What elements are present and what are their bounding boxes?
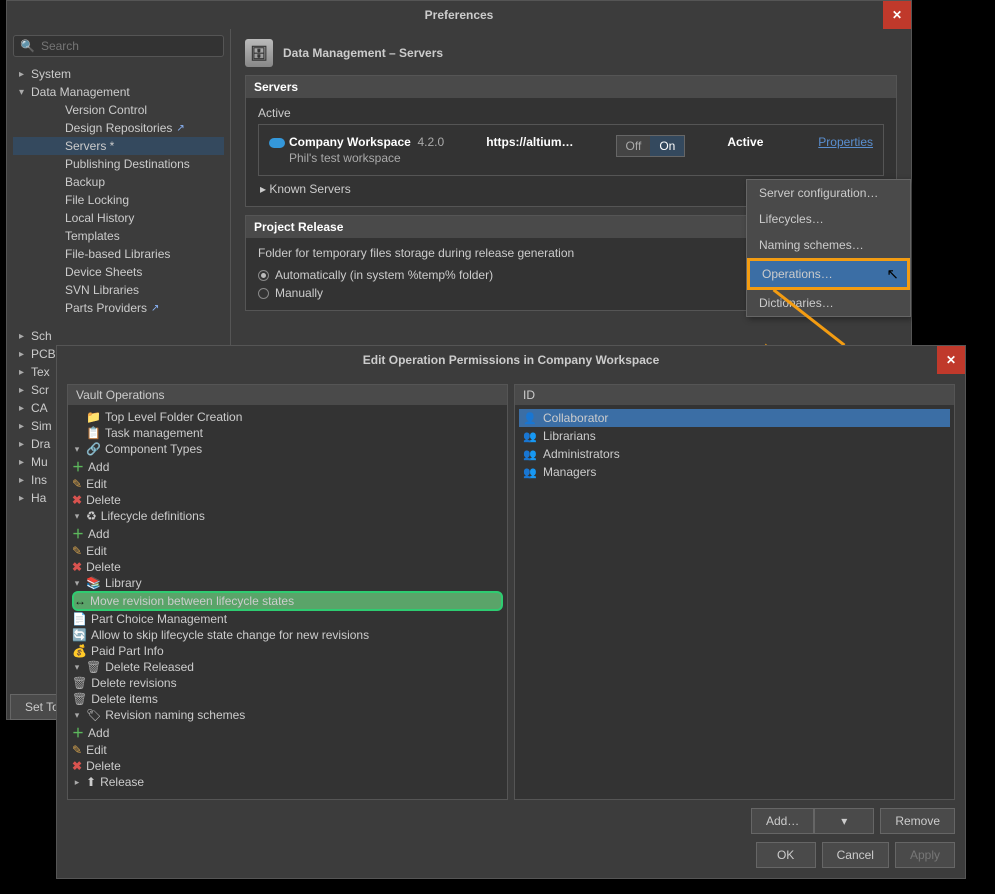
database-icon: 🗄 [245,39,273,67]
menu-dictionaries[interactable]: Dictionaries… [747,290,910,316]
op-part-choice[interactable]: 📄 Part Choice Management [72,611,503,627]
tree-servers[interactable]: Servers * [13,137,224,155]
op-add[interactable]: ＋ Add [72,524,503,543]
op-move-revision[interactable]: ↔ Move revision between lifecycle states [72,591,503,611]
op-delete-released[interactable]: ▾🗑 Delete Released [72,659,503,675]
op-skip-lifecycle[interactable]: 🔄 Allow to skip lifecycle state change f… [72,627,503,643]
page-title: Data Management – Servers [283,46,443,60]
cursor-icon: ↖ [886,265,899,283]
preferences-title: Preferences [425,8,494,22]
tree-svn-libs[interactable]: SVN Libraries [13,281,224,299]
tree-backup[interactable]: Backup [13,173,224,191]
op-release[interactable]: ▸⬆ Release [72,774,503,790]
menu-naming-schemes[interactable]: Naming schemes… [747,232,910,258]
edit-icon: ✎ [72,477,82,491]
op-delete-items[interactable]: 🗑 Delete items [72,691,503,707]
op-delete[interactable]: ✖ Delete [72,492,503,508]
op-library[interactable]: ▾📚 Library [72,575,503,591]
id-managers[interactable]: 👥Managers [519,463,950,481]
users-icon: 👥 [523,429,537,443]
chevron-down-icon[interactable]: ▾ [814,808,874,834]
op-comp-types[interactable]: ▾🔗 Component Types [72,441,503,457]
cancel-button[interactable]: Cancel [822,842,889,868]
id-administrators[interactable]: 👥Administrators [519,445,950,463]
tree-parts-providers[interactable]: Parts Providers↗ [13,299,224,317]
workspace-name: Company Workspace [289,135,411,149]
workspace-url: https://altium… [486,135,573,149]
close-icon[interactable]: ✕ [937,346,965,374]
trash-icon: 🗑 [86,660,101,674]
users-icon: 👥 [523,465,537,479]
ext-icon: ↗ [176,123,184,134]
search-field[interactable] [41,39,217,53]
op-task-mgmt[interactable]: 📋 Task management [72,425,503,441]
op-lifecycle-def[interactable]: ▾♻ Lifecycle definitions [72,508,503,524]
status-label: Active [727,135,763,149]
ok-button[interactable]: OK [756,842,816,868]
tree-sch[interactable]: ▸Sch [13,327,224,345]
tree-system[interactable]: ▸System [13,65,224,83]
cloud-icon [269,138,285,148]
op-delete[interactable]: ✖ Delete [72,559,503,575]
users-icon: 👥 [523,447,537,461]
op-delete-revisions[interactable]: 🗑 Delete revisions [72,675,503,691]
search-input[interactable]: 🔍 [13,35,224,57]
chevron-down-icon: ▾ [19,87,27,98]
op-delete[interactable]: ✖ Delete [72,758,503,774]
add-button[interactable]: Add… ▾ [751,808,874,834]
properties-link[interactable]: Properties [818,135,873,149]
tree-device-sheets[interactable]: Device Sheets [13,263,224,281]
delete-icon: ✖ [72,493,82,507]
op-edit[interactable]: ✎ Edit [72,476,503,492]
tree-file-locking[interactable]: File Locking [13,191,224,209]
op-rev-naming[interactable]: ▾🏷 Revision naming schemes [72,707,503,723]
tree-templates[interactable]: Templates [13,227,224,245]
search-icon: 🔍 [20,39,35,53]
op-edit[interactable]: ✎ Edit [72,543,503,559]
toggle-off[interactable]: Off [617,136,651,156]
id-collaborator[interactable]: 👤Collaborator [519,409,950,427]
tree-design-repos[interactable]: Design Repositories↗ [13,119,224,137]
id-librarians[interactable]: 👥Librarians [519,427,950,445]
dialog-titlebar: Edit Operation Permissions in Company Wo… [57,346,965,374]
workspace-desc: Phil's test workspace [269,151,444,165]
apply-button[interactable]: Apply [895,842,955,868]
add-icon: ＋ [72,458,84,475]
active-label: Active [258,106,884,120]
user-icon: 👤 [523,411,537,425]
close-icon[interactable]: ✕ [883,1,911,29]
tree-local-history[interactable]: Local History [13,209,224,227]
ext-icon: ↗ [151,303,159,314]
preferences-titlebar: Preferences ✕ [7,1,911,29]
remove-button[interactable]: Remove [880,808,955,834]
vault-ops-header: Vault Operations [68,385,507,405]
tree-version-control[interactable]: Version Control [13,101,224,119]
tree-data-mgmt[interactable]: ▾Data Management [13,83,224,101]
op-add[interactable]: ＋ Add [72,723,503,742]
menu-lifecycles[interactable]: Lifecycles… [747,206,910,232]
tree-file-libs[interactable]: File-based Libraries [13,245,224,263]
chevron-right-icon: ▸ [19,69,27,80]
op-toplevel-folder[interactable]: 📁 Top Level Folder Creation [72,409,503,425]
workspace-version: 4.2.0 [418,135,445,149]
menu-operations[interactable]: Operations…↖ [747,258,910,290]
op-edit[interactable]: ✎ Edit [72,742,503,758]
breadcrumb: 🗄 Data Management – Servers [245,39,897,67]
op-paid-part[interactable]: 💰 Paid Part Info [72,643,503,659]
toggle-on[interactable]: On [650,136,684,156]
properties-context-menu: Server configuration… Lifecycles… Naming… [746,179,911,317]
active-toggle[interactable]: Off On [616,135,686,157]
dialog-title: Edit Operation Permissions in Company Wo… [363,353,660,367]
menu-server-config[interactable]: Server configuration… [747,180,910,206]
tree-pub-dest[interactable]: Publishing Destinations [13,155,224,173]
id-header: ID [515,385,954,405]
servers-header: Servers [246,76,896,98]
op-add[interactable]: ＋ Add [72,457,503,476]
